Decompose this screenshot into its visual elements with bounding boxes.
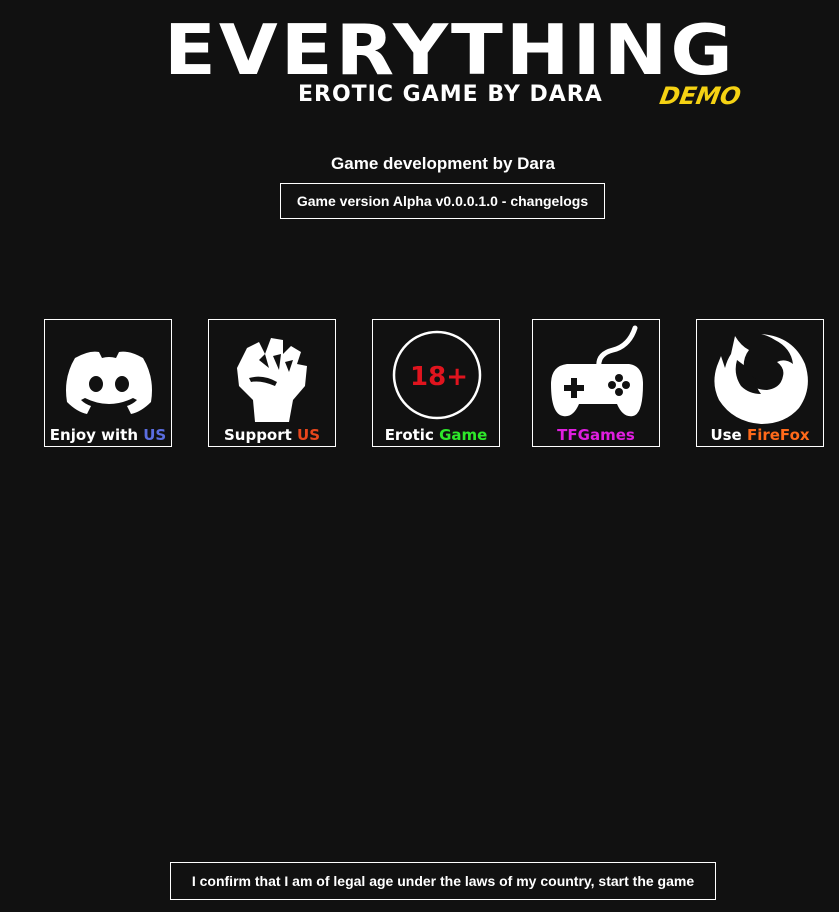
version-changelog-button[interactable]: Game version Alpha v0.0.0.1.0 - changelo… (280, 183, 605, 219)
discord-tile[interactable]: Enjoy with US (44, 319, 172, 447)
tile-label-accent: US (143, 426, 167, 444)
page: EVERYTHING EROTIC GAME BY DARA DEMO Game… (0, 0, 839, 912)
support-tile[interactable]: Support US (208, 319, 336, 447)
developer-credit: Game development by Dara (331, 154, 555, 173)
tile-label-accent: US (297, 426, 321, 444)
tile-label: Erotic Game (373, 426, 499, 444)
tile-label: Support US (209, 426, 335, 444)
erotic-game-tile[interactable]: 18+ Erotic Game (372, 319, 500, 447)
confirm-age-start-button[interactable]: I confirm that I am of legal age under t… (170, 862, 716, 900)
tile-label-white: Use (710, 426, 747, 444)
tile-label: TFGames (533, 426, 659, 444)
tile-label-accent: Game (439, 426, 488, 444)
tile-label-white: Erotic (384, 426, 440, 444)
tile-label: Use FireFox (697, 426, 823, 444)
tile-label-white: Support (223, 426, 298, 444)
tile-label: Enjoy with US (45, 426, 171, 444)
age-18-plus-text: 18+ (410, 362, 468, 392)
tile-label-white: Enjoy with (49, 426, 144, 444)
firefox-tile[interactable]: Use FireFox (696, 319, 824, 447)
logo-subtitle: EROTIC GAME BY DARA (298, 82, 603, 107)
tile-label-accent: FireFox (746, 426, 810, 444)
logo-title: EVERYTHING (164, 8, 736, 91)
tfgames-tile[interactable]: TFGames (532, 319, 660, 447)
tile-label-accent: TFGames (557, 426, 635, 444)
game-logo: EVERYTHING EROTIC GAME BY DARA DEMO (164, 8, 743, 114)
demo-badge: DEMO (657, 82, 744, 110)
